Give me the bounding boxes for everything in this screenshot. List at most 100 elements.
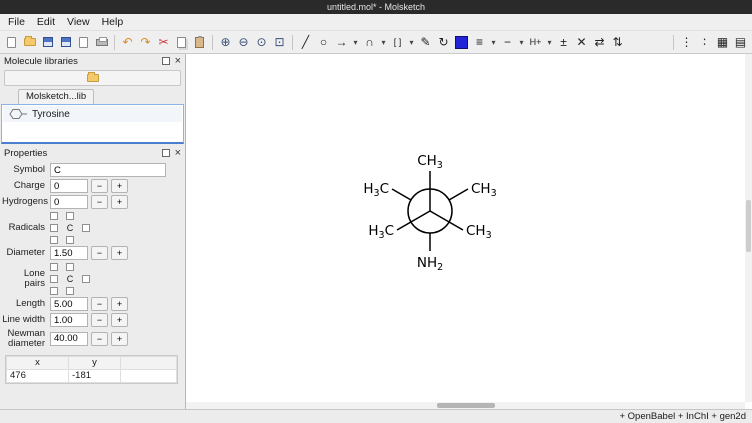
charge-tool-button[interactable]: ±: [555, 33, 572, 52]
ring-tool-button[interactable]: ○: [315, 33, 332, 52]
radical-checkbox[interactable]: [82, 224, 90, 232]
radical-checkbox[interactable]: [66, 236, 74, 244]
radical-tool-button[interactable]: ∶: [696, 33, 713, 52]
newman-decrement-button[interactable]: −: [91, 332, 108, 346]
vertical-scrollbar[interactable]: [745, 54, 752, 402]
vertical-scrollbar-thumb[interactable]: [746, 200, 751, 252]
length-decrement-button[interactable]: −: [91, 297, 108, 311]
lone-pair-checkbox[interactable]: [66, 263, 74, 271]
line-width-label: Line width: [2, 315, 50, 325]
delete-tool-button[interactable]: ✕: [573, 33, 590, 52]
menu-help[interactable]: Help: [96, 14, 130, 30]
newman-projection-molecule[interactable]: CH3 H3C CH3 H3C CH3 NH2: [310, 111, 550, 331]
flip-horizontal-button[interactable]: ⇄: [591, 33, 608, 52]
zoom-in-button[interactable]: ⊕: [217, 33, 234, 52]
rotate-tool-button[interactable]: ↻: [435, 33, 452, 52]
length-label: Length: [2, 299, 50, 309]
charge-increment-button[interactable]: +: [111, 179, 128, 193]
hydrogens-row: Hydrogens − +: [2, 195, 181, 209]
hydrogens-input[interactable]: [50, 195, 88, 209]
open-file-button[interactable]: [21, 33, 38, 52]
zoom-out-button[interactable]: ⊖: [235, 33, 252, 52]
length-increment-button[interactable]: +: [111, 297, 128, 311]
horizontal-scrollbar[interactable]: [186, 402, 745, 409]
curve-arrow-button[interactable]: ∩: [361, 33, 378, 52]
draw-bond-button[interactable]: ╱: [297, 33, 314, 52]
charge-input[interactable]: [50, 179, 88, 193]
drawing-canvas[interactable]: CH3 H3C CH3 H3C CH3 NH2: [186, 54, 752, 409]
charge-decrement-button[interactable]: −: [91, 179, 108, 193]
diameter-decrement-button[interactable]: −: [91, 246, 108, 260]
hash-bond-dropdown[interactable]: ▾: [489, 33, 498, 52]
hash-bond-button[interactable]: ≡: [471, 33, 488, 52]
bracket-dropdown[interactable]: ▾: [407, 33, 416, 52]
molsketch-window: untitled.mol* - Molsketch File Edit View…: [0, 0, 752, 423]
lone-pair-checkbox[interactable]: [66, 287, 74, 295]
lone-pair-tool-button[interactable]: ⋮: [678, 33, 695, 52]
lone-pair-checkbox[interactable]: [82, 275, 90, 283]
line-width-input[interactable]: [50, 313, 88, 327]
line-width-increment-button[interactable]: +: [111, 313, 128, 327]
new-file-button[interactable]: [3, 33, 20, 52]
library-list[interactable]: Tyrosine: [1, 104, 184, 144]
library-item-tyrosine[interactable]: Tyrosine: [3, 106, 182, 122]
bracket-tool-button[interactable]: [ ]: [389, 33, 406, 52]
library-close-button[interactable]: ×: [175, 57, 181, 66]
properties-close-button[interactable]: ×: [175, 149, 181, 158]
wedge-bond-button[interactable]: −: [499, 33, 516, 52]
flip-vertical-button[interactable]: ⇅: [609, 33, 626, 52]
reaction-arrow-dropdown[interactable]: ▾: [351, 33, 360, 52]
diameter-increment-button[interactable]: +: [111, 246, 128, 260]
properties-dock-header: Properties ×: [0, 146, 185, 160]
diameter-input[interactable]: [50, 246, 88, 260]
reaction-arrow-button[interactable]: →: [333, 33, 350, 52]
coordinate-row[interactable]: 476 -181: [7, 369, 177, 382]
cut-button[interactable]: ✂: [155, 33, 172, 52]
menu-file[interactable]: File: [2, 14, 31, 30]
radical-checkbox[interactable]: [50, 236, 58, 244]
undo-button[interactable]: ↶: [119, 33, 136, 52]
radical-checkbox[interactable]: [66, 212, 74, 220]
lone-pair-checkbox[interactable]: [50, 287, 58, 295]
paste-button[interactable]: [191, 33, 208, 52]
library-tab[interactable]: Molsketch...lib: [18, 89, 94, 104]
newman-diameter-input[interactable]: [50, 332, 88, 346]
properties-float-button[interactable]: [162, 149, 170, 157]
library-toolbar: [0, 68, 185, 89]
atom-label-top: CH3: [417, 153, 443, 171]
zoom-fit-button[interactable]: ⊡: [271, 33, 288, 52]
radical-checkbox[interactable]: [50, 212, 58, 220]
atom-label-lower-left: H3C: [368, 223, 394, 241]
newman-increment-button[interactable]: +: [111, 332, 128, 346]
redo-button[interactable]: ↷: [137, 33, 154, 52]
zoom-original-button[interactable]: ⊙: [253, 33, 270, 52]
arrange-tool-button[interactable]: ▤: [732, 33, 749, 52]
save-file-button[interactable]: [39, 33, 56, 52]
symbol-input[interactable]: [50, 163, 166, 177]
library-float-button[interactable]: [162, 57, 170, 65]
charge-label: Charge: [2, 181, 50, 191]
grid-tool-button[interactable]: ▦: [714, 33, 731, 52]
lone-pair-checkbox[interactable]: [50, 275, 58, 283]
radical-checkbox[interactable]: [50, 224, 58, 232]
printer-icon: [96, 39, 108, 46]
length-input[interactable]: [50, 297, 88, 311]
library-browse-button[interactable]: [4, 70, 181, 86]
copy-button[interactable]: [173, 33, 190, 52]
curve-arrow-dropdown[interactable]: ▾: [379, 33, 388, 52]
text-tool-button[interactable]: ✎: [417, 33, 434, 52]
menu-view[interactable]: View: [61, 14, 96, 30]
hydrogen-tool-dropdown[interactable]: ▾: [545, 33, 554, 52]
hydrogens-increment-button[interactable]: +: [111, 195, 128, 209]
color-swatch-button[interactable]: [453, 33, 470, 52]
wedge-bond-dropdown[interactable]: ▾: [517, 33, 526, 52]
menu-edit[interactable]: Edit: [31, 14, 61, 30]
lone-pair-checkbox[interactable]: [50, 263, 58, 271]
export-button[interactable]: [75, 33, 92, 52]
print-button[interactable]: [93, 33, 110, 52]
line-width-decrement-button[interactable]: −: [91, 313, 108, 327]
save-as-button[interactable]: [57, 33, 74, 52]
hydrogen-tool-button[interactable]: H+: [527, 33, 544, 52]
horizontal-scrollbar-thumb[interactable]: [437, 403, 495, 408]
hydrogens-decrement-button[interactable]: −: [91, 195, 108, 209]
